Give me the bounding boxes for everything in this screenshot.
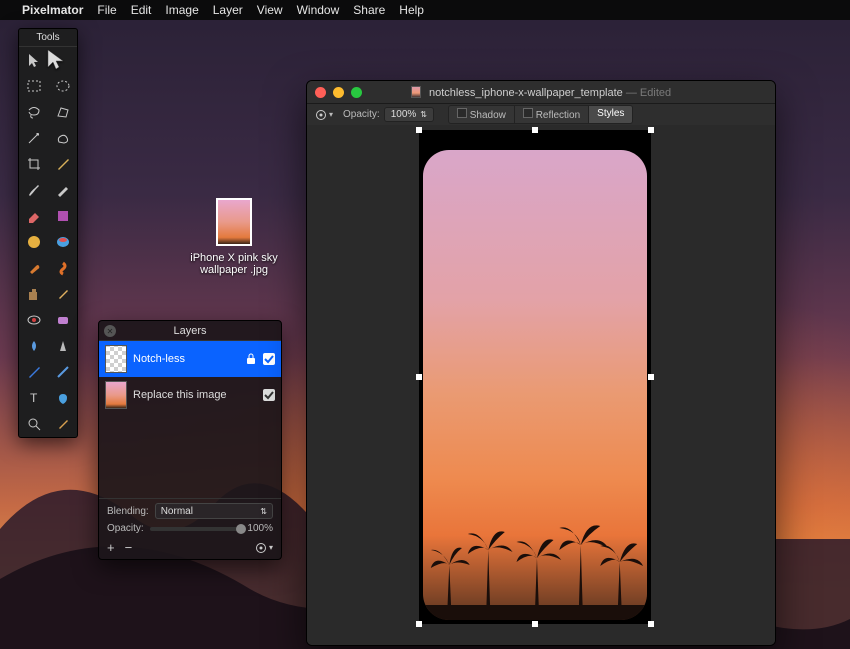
window-close-button[interactable] — [315, 87, 326, 98]
paint-select-tool[interactable] — [48, 125, 77, 151]
type-tool[interactable]: T — [19, 385, 48, 411]
red-eye-tool[interactable] — [19, 307, 48, 333]
magic-wand-tool[interactable] — [19, 125, 48, 151]
menubar: Pixelmator File Edit Image Layer View Wi… — [0, 0, 850, 20]
svg-text:T: T — [30, 391, 38, 405]
chevron-updown-icon: ⇅ — [260, 507, 267, 516]
repair-tool[interactable] — [19, 255, 48, 281]
styles-button[interactable]: Styles — [589, 105, 633, 124]
checkbox-checked-icon[interactable] — [263, 389, 275, 401]
file-thumbnail — [216, 198, 252, 246]
layer-options-button[interactable]: ▾ — [255, 542, 273, 554]
menu-image[interactable]: Image — [165, 3, 198, 17]
zoom-tool[interactable] — [19, 411, 48, 437]
shape-tool[interactable] — [48, 385, 77, 411]
menu-file[interactable]: File — [97, 3, 116, 17]
clone-tool[interactable] — [19, 281, 48, 307]
blending-label: Blending: — [107, 506, 149, 517]
opacity-value: 100% — [247, 523, 273, 534]
sharpen-tool[interactable] — [48, 333, 77, 359]
add-layer-button[interactable]: + — [107, 540, 115, 555]
line-tool[interactable] — [48, 359, 77, 385]
document-title: notchless_iphone-x-wallpaper_template — … — [307, 86, 775, 99]
blending-value: Normal — [161, 506, 193, 517]
canvas-image — [423, 150, 647, 620]
menu-window[interactable]: Window — [297, 3, 340, 17]
app-name[interactable]: Pixelmator — [22, 3, 83, 17]
remove-layer-button[interactable]: − — [125, 540, 133, 555]
crop-tool[interactable] — [19, 151, 48, 177]
window-minimize-button[interactable] — [333, 87, 344, 98]
layer-name: Replace this image — [133, 389, 257, 401]
toolbar-opacity-label: Opacity: — [343, 109, 380, 120]
document-window[interactable]: notchless_iphone-x-wallpaper_template — … — [306, 80, 776, 646]
artboard[interactable] — [419, 130, 651, 624]
palm-silhouettes — [423, 510, 647, 620]
lasso-tool[interactable] — [19, 99, 48, 125]
pen-tool[interactable] — [19, 359, 48, 385]
brush-tool[interactable] — [19, 177, 48, 203]
menu-share[interactable]: Share — [353, 3, 385, 17]
poly-select-tool[interactable] — [48, 99, 77, 125]
chevron-down-icon: ▾ — [269, 543, 273, 552]
chevron-updown-icon: ⇅ — [420, 110, 427, 119]
gradient-tool[interactable] — [19, 229, 48, 255]
move-tool[interactable] — [19, 47, 48, 73]
ellipse-select-tool[interactable] — [48, 73, 77, 99]
layer-thumbnail — [105, 381, 127, 409]
toolbar-opacity-field[interactable]: 100% ⇅ — [384, 107, 434, 122]
gear-icon — [315, 109, 327, 121]
menu-layer[interactable]: Layer — [213, 3, 243, 17]
layers-panel[interactable]: ✕ Layers Notch-less Replace this image B… — [98, 320, 282, 560]
tools-panel-title: Tools — [19, 29, 77, 47]
layer-thumbnail — [105, 345, 127, 373]
close-icon[interactable]: ✕ — [104, 325, 116, 337]
shadow-toggle[interactable]: Shadow — [448, 105, 515, 124]
checkbox-icon — [523, 108, 533, 118]
toolbar-options-button[interactable]: ▾ — [315, 109, 333, 121]
eraser-tool[interactable] — [19, 203, 48, 229]
titlebar[interactable]: notchless_iphone-x-wallpaper_template — … — [307, 81, 775, 103]
transform-tool[interactable] — [48, 47, 77, 73]
blending-select[interactable]: Normal ⇅ — [155, 503, 273, 519]
layers-title: Layers — [173, 325, 206, 337]
layer-row[interactable]: Replace this image — [99, 377, 281, 413]
toolbar-opacity-value: 100% — [391, 109, 417, 120]
tools-panel[interactable]: Tools T — [18, 28, 78, 438]
sponge-tool[interactable] — [48, 307, 77, 333]
window-zoom-button[interactable] — [351, 87, 362, 98]
paint-bucket-tool[interactable] — [48, 229, 77, 255]
blur-tool[interactable] — [19, 333, 48, 359]
canvas[interactable] — [307, 125, 775, 645]
opacity-label: Opacity: — [107, 523, 144, 534]
menu-help[interactable]: Help — [399, 3, 424, 17]
chevron-down-icon: ▾ — [329, 110, 333, 119]
warp-tool[interactable] — [48, 255, 77, 281]
document-icon — [411, 86, 421, 98]
lock-icon — [245, 353, 257, 365]
layer-row[interactable]: Notch-less — [99, 341, 281, 377]
slice-tool[interactable] — [48, 151, 77, 177]
gear-icon — [255, 542, 267, 554]
desktop-file[interactable]: iPhone X pink sky wallpaper .jpg — [174, 198, 294, 276]
menu-view[interactable]: View — [257, 3, 283, 17]
file-name-line1: iPhone X pink sky — [174, 252, 294, 264]
magic-eraser-tool[interactable] — [48, 203, 77, 229]
rect-select-tool[interactable] — [19, 73, 48, 99]
menu-edit[interactable]: Edit — [131, 3, 152, 17]
document-toolbar: ▾ Opacity: 100% ⇅ Shadow Reflection Styl… — [307, 103, 775, 125]
file-name-line2: wallpaper .jpg — [174, 264, 294, 276]
hand-tool[interactable] — [48, 411, 77, 437]
reflection-toggle[interactable]: Reflection — [515, 105, 589, 124]
opacity-slider[interactable] — [150, 527, 242, 531]
pixel-tool[interactable] — [48, 177, 77, 203]
checkbox-checked-icon[interactable] — [263, 353, 275, 365]
smudge-tool[interactable] — [48, 281, 77, 307]
layer-name: Notch-less — [133, 353, 239, 365]
checkbox-icon — [457, 108, 467, 118]
